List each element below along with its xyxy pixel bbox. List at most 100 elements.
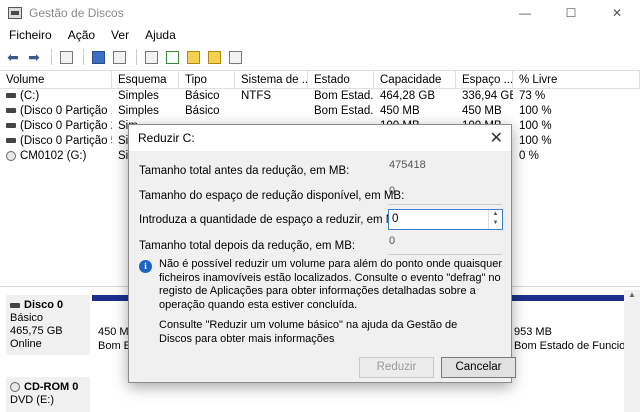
- column-header-free-space[interactable]: Espaço ...: [456, 71, 513, 88]
- minimize-button[interactable]: —: [502, 0, 548, 26]
- properties-button[interactable]: [110, 48, 128, 66]
- volume-list-header: Volume Esquema Tipo Sistema de ... Estad…: [0, 71, 640, 89]
- percent-free-cell: 100 %: [519, 135, 552, 147]
- drive-icon: [144, 50, 158, 64]
- close-button[interactable]: ✕: [594, 0, 640, 26]
- disk-0-label[interactable]: Disco 0 Básico 465,75 GB Online: [6, 295, 90, 355]
- help-button[interactable]: [89, 48, 107, 66]
- partition-size: 953 MB: [514, 326, 552, 338]
- toolbar-separator: [136, 49, 137, 65]
- cancel-button[interactable]: Cancelar: [441, 357, 516, 378]
- back-button[interactable]: ⬅: [4, 48, 22, 66]
- maximize-button[interactable]: ☐: [548, 0, 594, 26]
- filesystem-cell: [235, 104, 308, 119]
- table-row[interactable]: (C:) Simples Básico NTFS Bom Estad... 46…: [0, 89, 640, 104]
- percent-free-cell: 100 %: [519, 105, 552, 117]
- volume-name: (Disco 0 Partição 5): [20, 135, 112, 147]
- cd-drive-icon: [10, 382, 20, 393]
- column-header-filesystem[interactable]: Sistema de ...: [235, 71, 308, 88]
- cdrom-0-label[interactable]: CD-ROM 0 DVD (E:): [6, 377, 90, 412]
- drive-icon: [6, 123, 16, 129]
- show-hide-console-tree-button[interactable]: [57, 48, 75, 66]
- forward-button[interactable]: ➡: [25, 48, 43, 66]
- type-cell: Básico: [185, 90, 220, 102]
- window-title: Gestão de Discos: [29, 6, 124, 20]
- checkmark-icon: [165, 50, 179, 64]
- capacity-cell: 464,28 GB: [380, 90, 435, 102]
- menu-action[interactable]: Ação: [59, 28, 102, 42]
- shrink-amount-spinner[interactable]: ▲ ▼: [488, 210, 502, 229]
- help-icon: [91, 50, 105, 64]
- drive-icon: [6, 138, 16, 144]
- check-button[interactable]: [163, 48, 181, 66]
- column-header-type[interactable]: Tipo: [179, 71, 235, 88]
- connect-drive-button[interactable]: [142, 48, 160, 66]
- partition-bar-right: [512, 295, 624, 301]
- disk-map-scrollbar[interactable]: [624, 290, 640, 412]
- properties-icon: [112, 50, 126, 64]
- partition-status: Bom Estado de Funcion: [514, 340, 632, 352]
- total-size-after-value: 0: [388, 235, 502, 255]
- free-space-cell: 450 MB: [462, 105, 502, 117]
- console-tree-icon: [59, 50, 73, 64]
- search-icon: [207, 50, 221, 64]
- folder-button[interactable]: [184, 48, 202, 66]
- shrink-amount-input[interactable]: 0 ▲ ▼: [388, 209, 503, 230]
- percent-free-cell: 100 %: [519, 120, 552, 132]
- filesystem-cell: NTFS: [241, 90, 272, 102]
- disk-status: Online: [10, 338, 42, 350]
- search-button[interactable]: [205, 48, 223, 66]
- disk-size: 465,75 GB: [10, 325, 63, 337]
- shrink-amount-label: Introduza a quantidade de espaço a reduz…: [139, 214, 407, 226]
- shrink-button[interactable]: Reduzir: [359, 357, 434, 378]
- column-header-status[interactable]: Estado: [308, 71, 374, 88]
- status-cell: Bom Estad...: [314, 105, 374, 117]
- toolbar: ⬅ ➡: [0, 46, 640, 68]
- title-bar: Gestão de Discos — ☐ ✕: [0, 0, 640, 26]
- folder-icon: [186, 50, 200, 64]
- column-header-volume[interactable]: Volume: [0, 71, 112, 88]
- total-size-after-label: Tamanho total depois da redução, em MB:: [139, 240, 356, 252]
- help-message: Consulte "Reduzir um volume básico" na a…: [159, 319, 458, 345]
- view-button[interactable]: [226, 48, 244, 66]
- partition-bar-left: [92, 295, 128, 301]
- cd-drive-icon: [6, 150, 16, 161]
- menu-help[interactable]: Ajuda: [136, 28, 183, 42]
- disk-management-app-icon: [8, 7, 22, 19]
- percent-free-cell: 0 %: [519, 150, 539, 162]
- status-cell: Bom Estad...: [314, 90, 374, 102]
- cdrom-type: DVD (E:): [10, 394, 54, 406]
- layout-cell: Simples: [118, 105, 159, 117]
- volume-name: (Disco 0 Partição 1): [20, 105, 112, 117]
- table-row[interactable]: (Disco 0 Partição 1) Simples Básico Bom …: [0, 104, 640, 119]
- menu-view[interactable]: Ver: [102, 28, 136, 42]
- view-icon: [228, 50, 242, 64]
- shrink-amount-value: 0: [392, 213, 399, 225]
- back-arrow-icon: ⬅: [7, 49, 19, 65]
- total-size-before-value: 475418: [389, 159, 426, 171]
- column-header-layout[interactable]: Esquema: [112, 71, 179, 88]
- column-header-percent-free[interactable]: % Livre: [513, 71, 640, 88]
- dialog-title: Reduzir C:: [138, 131, 195, 145]
- free-space-cell: 336,94 GB: [462, 90, 513, 102]
- toolbar-separator: [51, 49, 52, 65]
- partition-right[interactable]: 953 MB Bom Estado de Funcion: [510, 325, 631, 353]
- dialog-close-icon[interactable]: ✕: [490, 128, 503, 148]
- drive-icon: [6, 108, 16, 114]
- info-message: Não é possível reduzir um volume para al…: [159, 258, 503, 311]
- shrink-dialog: Reduzir C: ✕ Tamanho total antes da redu…: [128, 124, 516, 383]
- dialog-title-bar: Reduzir C: ✕: [129, 125, 511, 151]
- disk-icon: [10, 302, 20, 308]
- layout-cell: Simples: [118, 90, 159, 102]
- volume-name: (Disco 0 Partição 2): [20, 120, 112, 132]
- menu-file[interactable]: Ficheiro: [0, 28, 59, 42]
- available-shrink-space-value: 0: [388, 185, 502, 205]
- toolbar-separator: [83, 49, 84, 65]
- type-cell: Básico: [185, 105, 220, 117]
- capacity-cell: 450 MB: [380, 105, 420, 117]
- cdrom-name: CD-ROM 0: [24, 381, 79, 393]
- column-header-capacity[interactable]: Capacidade: [374, 71, 456, 88]
- window-controls: — ☐ ✕: [502, 0, 640, 26]
- disk-name: Disco 0: [24, 299, 64, 311]
- disk-type: Básico: [10, 312, 44, 324]
